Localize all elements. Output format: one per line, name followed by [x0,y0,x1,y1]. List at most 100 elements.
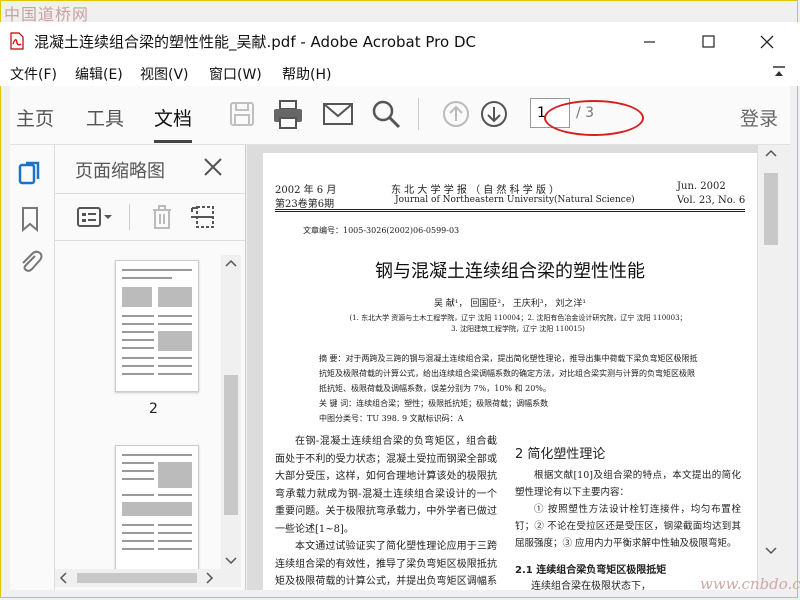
body-paragraph: 本文通过试验证实了简化塑性理论应用于三跨连续组合梁的有效性，推导了梁负弯矩区极限… [275,541,497,587]
scrollbar-thumb[interactable] [764,173,778,245]
thumb-line [122,277,172,279]
scroll-down-icon[interactable] [225,557,237,565]
collapse-menu-icon[interactable] [772,66,786,78]
header-volume: 第23卷第6期 [275,199,335,210]
thumb-line [158,540,192,542]
scroll-up-icon[interactable] [225,259,237,267]
scrollbar-thumb[interactable] [77,573,197,583]
page-thumbnail-panel: 页面缩略图 2 [55,145,246,590]
header-volume-en: Vol. 23, No. 6 [677,195,746,206]
panel-divider [129,204,130,230]
journal-title-cn: 东 北 大 学 学 报 （ 自 然 科 学 版 ） [391,185,560,196]
affiliation-line: 3. 沈阳建筑工程学院，辽宁 沈阳 110015) [451,325,585,333]
thumbnail-horizontal-scrollbar[interactable] [55,569,241,587]
menu-help[interactable]: 帮助(H) [282,64,331,84]
maximize-button[interactable] [686,28,732,56]
thumbnail-page-label: 2 [149,401,158,417]
search-icon[interactable] [368,96,404,132]
article-number: 文章编号：1005-3026(2002)06-0599-03 [303,226,460,235]
menu-bar: 文件(F) 编辑(E) 视图(V) 窗口(W) 帮助(H) [0,60,800,86]
author-affiliations: (1. 东北大学 资源与土木工程学院，辽宁 沈阳 110004；2. 沈阳有色冶… [303,313,733,335]
header-date: 2002 年 6 月 [275,185,337,196]
journal-title-en: Journal of Northeastern University(Natur… [395,195,635,205]
thumb-line [158,548,192,550]
document-viewer[interactable]: 2002 年 6 月 第23卷第6期 东 北 大 学 学 报 （ 自 然 科 学… [247,145,758,590]
page-up-icon[interactable] [438,96,474,132]
body-paragraph: 连续组合梁在极限状态下， [531,581,651,590]
menu-view[interactable]: 视图(V) [140,64,189,84]
red-highlight-ellipse [544,100,644,136]
page-down-icon[interactable] [476,96,512,132]
thumb-line [122,548,154,550]
tab-home[interactable]: 主页 [16,104,54,131]
close-window-button[interactable] [744,28,790,56]
thumb-line [122,524,154,526]
thumb-line [122,454,192,456]
thumb-figure [158,287,192,307]
tab-tools[interactable]: 工具 [86,104,124,131]
subsection-heading: 2.1 连续组合梁负弯矩区极限抵矩 [515,565,667,576]
menu-window[interactable]: 窗口(W) [209,64,262,84]
body-paragraph: 根据文献[10]及组合梁的特点，本文提出的简化塑性理论有以下主要内容： [515,470,741,498]
email-icon[interactable] [320,96,356,132]
thumb-figure [122,287,152,307]
thumb-line [122,478,154,480]
thumb-line [122,494,154,496]
header-date-en: Jun. 2002 [677,181,726,192]
body-left-column: 在钢-混凝土连续组合梁的负弯矩区，组合截面处于不利的受力状态；混凝土受拉而钢梁全… [275,433,497,590]
keywords-text: 关 键 词：连续组合梁；塑性；极限抵抗矩；极限荷载；调幅系数 [319,399,549,408]
menu-edit[interactable]: 编辑(E) [75,64,123,84]
trash-icon[interactable] [149,204,175,230]
rotate-page-icon[interactable] [189,204,215,230]
header-rule [275,209,745,210]
close-icon[interactable] [201,155,225,179]
thumb-line [122,365,154,367]
body-right-column: 根据文献[10]及组合梁的特点，本文提出的简化塑性理论有以下主要内容： ① 按照… [515,467,741,552]
thumb-line [158,532,192,534]
menu-file[interactable]: 文件(F) [10,64,57,84]
thumb-line [122,532,154,534]
bookmark-icon[interactable] [18,205,42,233]
pdf-file-icon [10,32,24,50]
body-paragraph: 在钢-混凝土连续组合梁的负弯矩区，组合截面处于不利的受力状态；混凝土受拉而钢梁全… [275,436,497,535]
scrollbar-thumb[interactable] [224,375,238,515]
scroll-left-icon[interactable] [59,572,69,584]
tab-document[interactable]: 文档 [154,104,193,143]
thumb-line [158,365,192,367]
scroll-up-icon[interactable] [765,149,777,157]
page-thumbnail-2[interactable] [115,260,199,392]
left-nav-rail [10,145,55,590]
minimize-icon [644,41,655,43]
thumbnail-options-icon[interactable] [77,206,115,228]
scroll-down-icon[interactable] [765,547,777,555]
login-button[interactable]: 登录 [740,104,778,131]
page-thumbnails-icon[interactable] [16,159,44,187]
thumb-line [122,373,154,375]
scroll-right-icon[interactable] [205,572,215,584]
thumb-line [158,357,192,359]
affiliation-line: (1. 东北大学 资源与土木工程学院，辽宁 沈阳 110004；2. 沈阳有色冶… [349,314,687,322]
body-paragraph: ① 按照塑性方法设计栓钉连接件，均匀布置栓钉；② 不论在受拉区还是受压区，钢梁截… [515,504,741,549]
thumb-line [158,494,192,496]
thumb-line [122,347,154,349]
maximize-icon [702,35,715,48]
thumb-figure [158,331,192,351]
panel-title: 页面缩略图 [75,161,165,182]
print-icon[interactable] [270,96,306,132]
thumb-line [122,315,154,317]
save-icon[interactable] [224,96,260,132]
minimize-button[interactable] [626,28,672,56]
thumb-line [122,357,154,359]
thumbnail-vertical-scrollbar[interactable] [221,255,241,571]
page-thumbnail-3[interactable] [115,445,199,571]
thumb-line [158,373,192,375]
thumb-line [122,331,154,333]
document-vertical-scrollbar[interactable] [762,145,780,590]
toolbar-divider [418,98,419,130]
window-title: 混凝土连续组合梁的塑性性能_吴献.pdf - Adobe Acrobat Pro… [34,33,476,51]
attachment-icon[interactable] [16,247,44,275]
abstract-block: 摘 要：对于两跨及三跨的钢与混凝土连续组合梁，提出简化塑性理论，推导出集中荷载下… [319,351,699,426]
thumb-line [122,540,154,542]
thumb-line [158,323,192,325]
close-icon [760,35,774,49]
